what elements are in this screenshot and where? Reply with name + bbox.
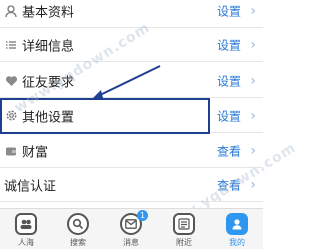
row-wealth[interactable]: 财富 查看 › — [0, 134, 263, 168]
set-link[interactable]: 设置 — [217, 36, 241, 53]
unread-badge: 1 — [137, 210, 148, 221]
wallet-icon — [4, 144, 18, 158]
tab-label: 消息 — [123, 238, 139, 247]
tab-search[interactable]: 搜索 — [52, 209, 104, 250]
user-icon — [4, 4, 18, 18]
tab-label: 人海 — [18, 238, 34, 247]
tab-messages[interactable]: 1 消息 — [105, 209, 157, 250]
tab-label: 搜索 — [70, 238, 86, 247]
tab-nearby[interactable]: 附近 — [158, 209, 210, 250]
chevron-right-icon: › — [250, 72, 256, 89]
chevron-right-icon: › — [250, 142, 256, 159]
tab-people[interactable]: 人海 — [0, 209, 52, 250]
list-icon — [4, 38, 18, 52]
search-icon — [67, 213, 89, 235]
row-basic-info[interactable]: 基本资料 设置 › — [0, 0, 263, 28]
set-link[interactable]: 设置 — [217, 2, 241, 19]
bottom-tab-bar: 人海 搜索 1 消息 附近 我的 — [0, 208, 263, 249]
tab-me[interactable]: 我的 — [211, 209, 263, 250]
people-icon — [15, 213, 37, 235]
row-label: 财富 — [22, 145, 49, 160]
tab-label: 附近 — [176, 238, 192, 247]
chevron-right-icon: › — [250, 2, 256, 19]
row-label: 诚信认证 — [4, 179, 57, 194]
chevron-right-icon: › — [250, 36, 256, 53]
nearby-icon — [173, 213, 195, 235]
heart-icon — [4, 74, 18, 88]
row-label: 基本资料 — [22, 5, 75, 20]
chevron-right-icon: › — [250, 107, 256, 124]
set-link[interactable]: 设置 — [217, 72, 241, 89]
me-icon — [226, 213, 248, 235]
row-label: 详细信息 — [22, 39, 75, 54]
tab-label: 我的 — [229, 238, 245, 247]
set-link[interactable]: 设置 — [217, 107, 241, 124]
view-link[interactable]: 查看 — [217, 142, 241, 159]
